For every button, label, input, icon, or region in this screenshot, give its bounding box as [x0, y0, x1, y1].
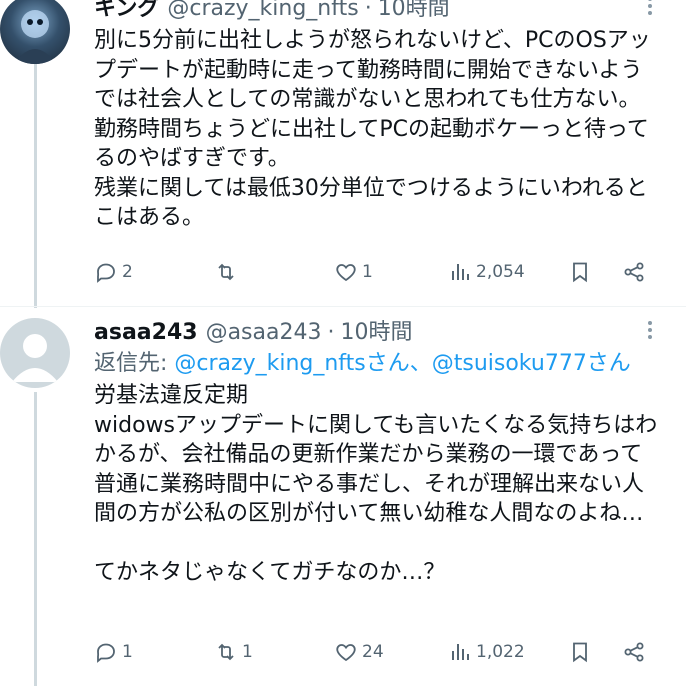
like-button[interactable]: 1	[334, 260, 373, 284]
post-header: asaa243 @asaa243 · 10時間	[94, 318, 662, 348]
views-button[interactable]: 1,022	[448, 640, 525, 664]
display-name[interactable]: キング	[94, 0, 159, 24]
views-button[interactable]: 2,054	[448, 260, 525, 284]
bookmark-icon	[573, 642, 587, 663]
separator-dot: ·	[327, 320, 335, 345]
retweet-count: 1	[242, 642, 253, 662]
display-name[interactable]: asaa243	[94, 318, 198, 348]
avatar[interactable]	[0, 0, 70, 64]
views-icon	[452, 644, 469, 660]
share-icon	[624, 262, 644, 282]
post-text: 別に5分前に出社しようが怒られないけど、PCのOSアップデートが起動時に走って勤…	[94, 28, 651, 230]
retweet-button[interactable]: 1	[214, 640, 253, 664]
reply-mentions[interactable]: @crazy_king_nftsさん、@tsuisoku777さん	[174, 351, 630, 376]
views-count: 2,054	[476, 262, 525, 282]
post-divider	[0, 306, 686, 307]
share-icon	[624, 642, 644, 662]
reply-to-line: 返信先: @crazy_king_nftsさん、@tsuisoku777さん	[94, 348, 662, 379]
avatar[interactable]	[0, 318, 70, 388]
reply-icon	[97, 643, 115, 663]
like-count: 24	[362, 642, 384, 662]
heart-icon	[336, 264, 356, 282]
bookmark-button[interactable]	[568, 260, 592, 284]
heart-icon	[336, 644, 356, 662]
default-avatar-icon	[12, 334, 58, 382]
share-button[interactable]	[622, 640, 646, 664]
retweet-icon	[218, 263, 234, 281]
like-button[interactable]: 24	[334, 640, 384, 664]
retweet-button[interactable]	[214, 260, 242, 284]
thread-line	[34, 392, 37, 686]
more-vertical-icon[interactable]	[638, 320, 662, 345]
post[interactable]: キング @crazy_king_nfts · 10時間 別に5分前に出社しようが…	[94, 0, 662, 233]
reply-button[interactable]: 2	[94, 260, 133, 284]
reply-count: 1	[122, 642, 133, 662]
user-handle[interactable]: @crazy_king_nfts	[167, 0, 358, 24]
reply-icon	[97, 263, 115, 283]
separator-dot: ·	[364, 0, 372, 21]
bookmark-button[interactable]	[568, 640, 592, 664]
reply-to-label: 返信先:	[94, 351, 175, 376]
share-button[interactable]	[622, 260, 646, 284]
thread-line	[34, 60, 37, 308]
bookmark-icon	[573, 262, 587, 283]
avatar-image	[14, 10, 56, 64]
views-count: 1,022	[476, 642, 525, 662]
post-header: キング @crazy_king_nfts · 10時間	[94, 0, 662, 24]
retweet-icon	[218, 643, 234, 661]
more-vertical-icon[interactable]	[638, 0, 662, 21]
post[interactable]: asaa243 @asaa243 · 10時間 返信先: @crazy_king…	[94, 318, 662, 588]
post-text: 労基法違反定期 widowsアップデートに関しても言いたくなる気持ちはわかるが、…	[94, 383, 658, 585]
user-handle[interactable]: @asaa243	[206, 318, 322, 348]
timestamp[interactable]: 10時間	[340, 318, 412, 348]
views-icon	[452, 264, 469, 280]
reply-count: 2	[122, 262, 133, 282]
like-count: 1	[362, 262, 373, 282]
reply-button[interactable]: 1	[94, 640, 133, 664]
timestamp[interactable]: 10時間	[378, 0, 450, 24]
